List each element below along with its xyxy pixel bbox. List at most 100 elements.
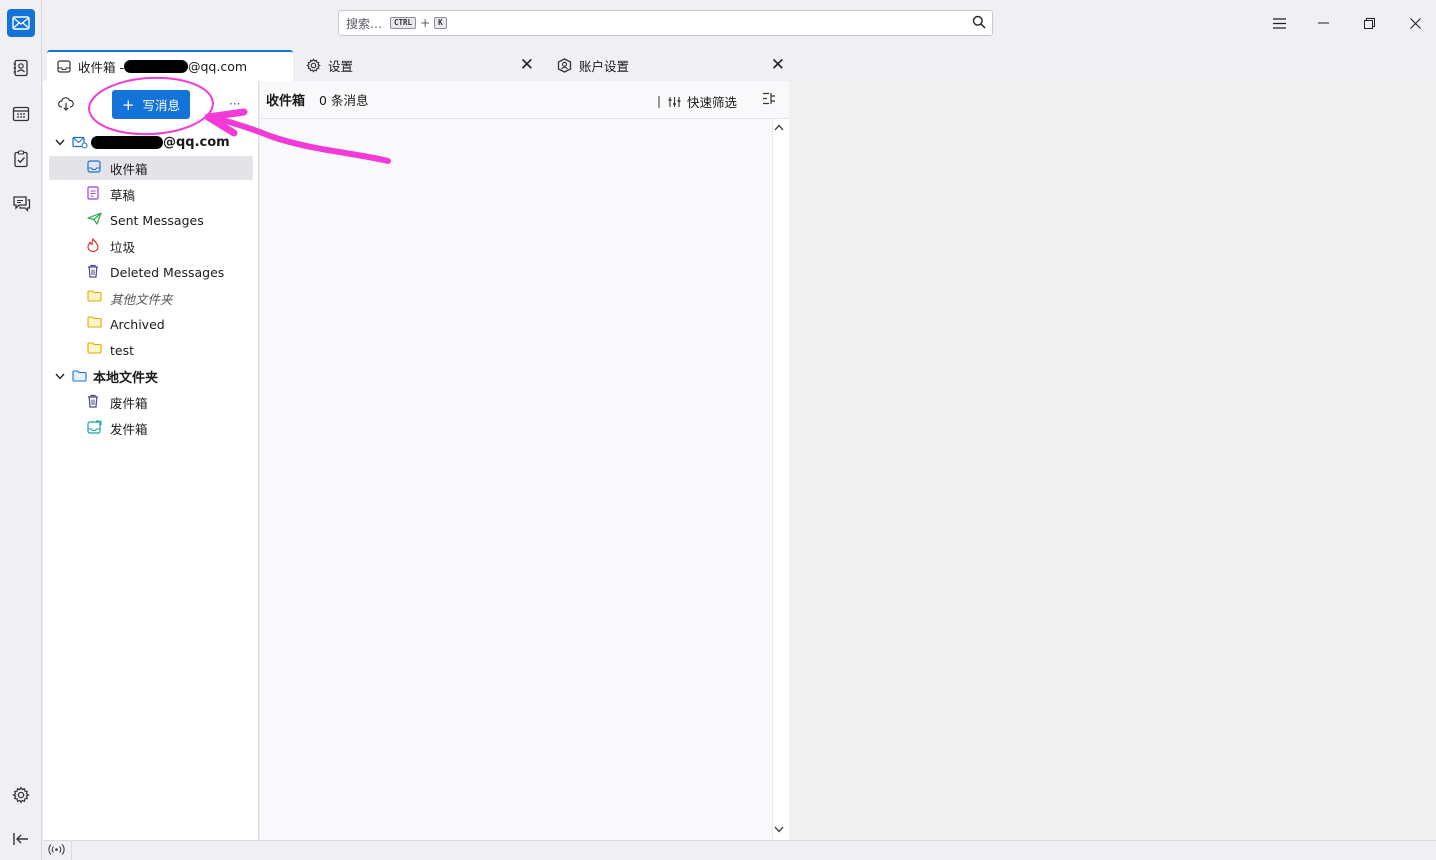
get-messages-icon [58, 97, 74, 111]
tab-bar: 收件箱 - @qq.com 设置 ✕ 账户设置 ✕ [43, 45, 1436, 81]
scroll-down-icon[interactable] [774, 825, 784, 836]
collapse-spaces-button[interactable] [7, 825, 35, 853]
folder-label: 草稿 [110, 187, 136, 203]
close-tab-settings-icon[interactable]: ✕ [520, 57, 534, 74]
folder-junk[interactable]: 垃圾 [49, 234, 253, 258]
app-menu-button[interactable] [1268, 12, 1290, 34]
drafts-icon [87, 186, 99, 200]
tab-inbox-email: @qq.com [187, 59, 248, 74]
folder-sent[interactable]: Sent Messages [49, 208, 253, 232]
get-messages-button[interactable] [58, 97, 74, 114]
folder-test[interactable]: test [49, 338, 253, 362]
minimize-icon [1317, 22, 1329, 24]
local-folders-label: 本地文件夹 [93, 370, 159, 386]
close-tab-account-settings-icon[interactable]: ✕ [771, 57, 785, 74]
status-divider [71, 841, 72, 860]
hamburger-icon [1272, 17, 1286, 29]
mail-account-icon [72, 136, 88, 149]
shortcut-k: K [434, 17, 447, 29]
thunderbird-window: 搜索… CTRL + K 收件箱 - @qq.com 设置 ✕ 账户设置 ✕ +… [0, 0, 1436, 860]
scroll-up-icon[interactable] [774, 123, 784, 134]
inbox-icon [57, 60, 71, 73]
folder-label: test [110, 342, 135, 358]
local-folders-icon [72, 370, 87, 382]
tab-settings[interactable]: 设置 ✕ [296, 50, 544, 81]
chevron-down-icon[interactable] [52, 369, 68, 384]
online-status-icon[interactable] [48, 844, 65, 858]
display-options-button[interactable] [762, 92, 776, 108]
list-options-icon [763, 92, 775, 105]
tasks-button[interactable] [7, 145, 35, 173]
account-email: @qq.com [163, 134, 230, 150]
gear-icon [306, 58, 321, 73]
folder-label: 收件箱 [110, 161, 148, 177]
quick-filter-label: 快速筛选 [687, 95, 738, 110]
message-list-scrollbar[interactable] [772, 119, 789, 840]
settings-space-button[interactable] [7, 781, 35, 809]
folder-other[interactable]: 其他文件夹 [49, 286, 253, 310]
message-preview-pane [790, 81, 1436, 840]
folder-pane-menu-button[interactable]: ··· [229, 97, 240, 111]
message-list-header: 收件箱 0 条消息 快速筛选 [260, 81, 789, 119]
sent-icon [87, 212, 102, 225]
search-icon[interactable] [972, 15, 986, 32]
minimize-button[interactable] [1312, 12, 1334, 34]
restore-button[interactable] [1358, 12, 1380, 34]
tab-settings-label: 设置 [328, 59, 354, 74]
account-row-local[interactable]: 本地文件夹 [43, 364, 259, 388]
account-row-qq[interactable]: @qq.com [43, 130, 259, 154]
chevron-down-icon[interactable] [52, 135, 68, 150]
folder-deleted[interactable]: Deleted Messages [49, 260, 253, 284]
folder-archived[interactable]: Archived [49, 312, 253, 336]
compose-label: 写消息 [142, 98, 181, 113]
chat-icon [12, 196, 30, 212]
trash-icon [87, 264, 99, 278]
status-bar [43, 840, 1436, 860]
folder-label: Archived [110, 316, 165, 332]
restore-icon [1363, 17, 1375, 29]
folder-title: 收件箱 [266, 94, 306, 109]
folder-icon [87, 290, 102, 302]
spaces-toolbar [0, 0, 42, 860]
folder-pane: + 写消息 ··· @qq.com 收件箱 草稿 Sent Messages 垃… [43, 81, 259, 840]
redacted-email [123, 60, 188, 73]
quick-filter-button[interactable]: 快速筛选 [658, 92, 737, 111]
calendar-button[interactable] [7, 100, 35, 128]
inbox-icon [87, 160, 101, 173]
folder-label: 废件箱 [110, 395, 148, 411]
compose-button[interactable]: + 写消息 [112, 90, 190, 119]
tasks-icon [14, 150, 28, 168]
account-settings-icon [557, 58, 572, 73]
address-book-icon [13, 59, 28, 77]
folder-icon [87, 342, 102, 354]
tab-inbox[interactable]: 收件箱 - @qq.com [47, 50, 293, 81]
folder-drafts[interactable]: 草稿 [49, 182, 253, 206]
global-search-input[interactable]: 搜索… CTRL + K [338, 10, 993, 36]
redacted-account-name [91, 135, 163, 149]
folder-label: Sent Messages [110, 212, 204, 228]
calendar-icon [12, 106, 30, 122]
folder-label: 其他文件夹 [110, 291, 173, 307]
search-placeholder: 搜索… [346, 16, 383, 31]
close-icon [1409, 17, 1421, 29]
folder-outbox[interactable]: 发件箱 [49, 416, 253, 440]
address-book-button[interactable] [7, 54, 35, 82]
chat-button[interactable] [7, 189, 35, 217]
message-list-pane: 收件箱 0 条消息 快速筛选 [260, 81, 789, 840]
folder-local-trash[interactable]: 废件箱 [49, 390, 253, 414]
folder-label: 发件箱 [110, 421, 148, 437]
folder-inbox[interactable]: 收件箱 [49, 156, 253, 180]
trash-icon [87, 394, 99, 408]
filter-icon [668, 96, 681, 107]
mail-icon [12, 16, 30, 30]
folder-icon [87, 316, 102, 328]
folder-label: Deleted Messages [110, 264, 225, 280]
folder-label: 垃圾 [110, 239, 136, 255]
mail-space-button[interactable] [7, 9, 35, 37]
tab-account-settings[interactable]: 账户设置 ✕ [547, 50, 795, 81]
message-count: 0 条消息 [319, 93, 369, 108]
outbox-icon [87, 420, 102, 434]
gear-icon [12, 786, 30, 804]
close-window-button[interactable] [1404, 12, 1426, 34]
shortcut-plus: + [420, 16, 431, 30]
